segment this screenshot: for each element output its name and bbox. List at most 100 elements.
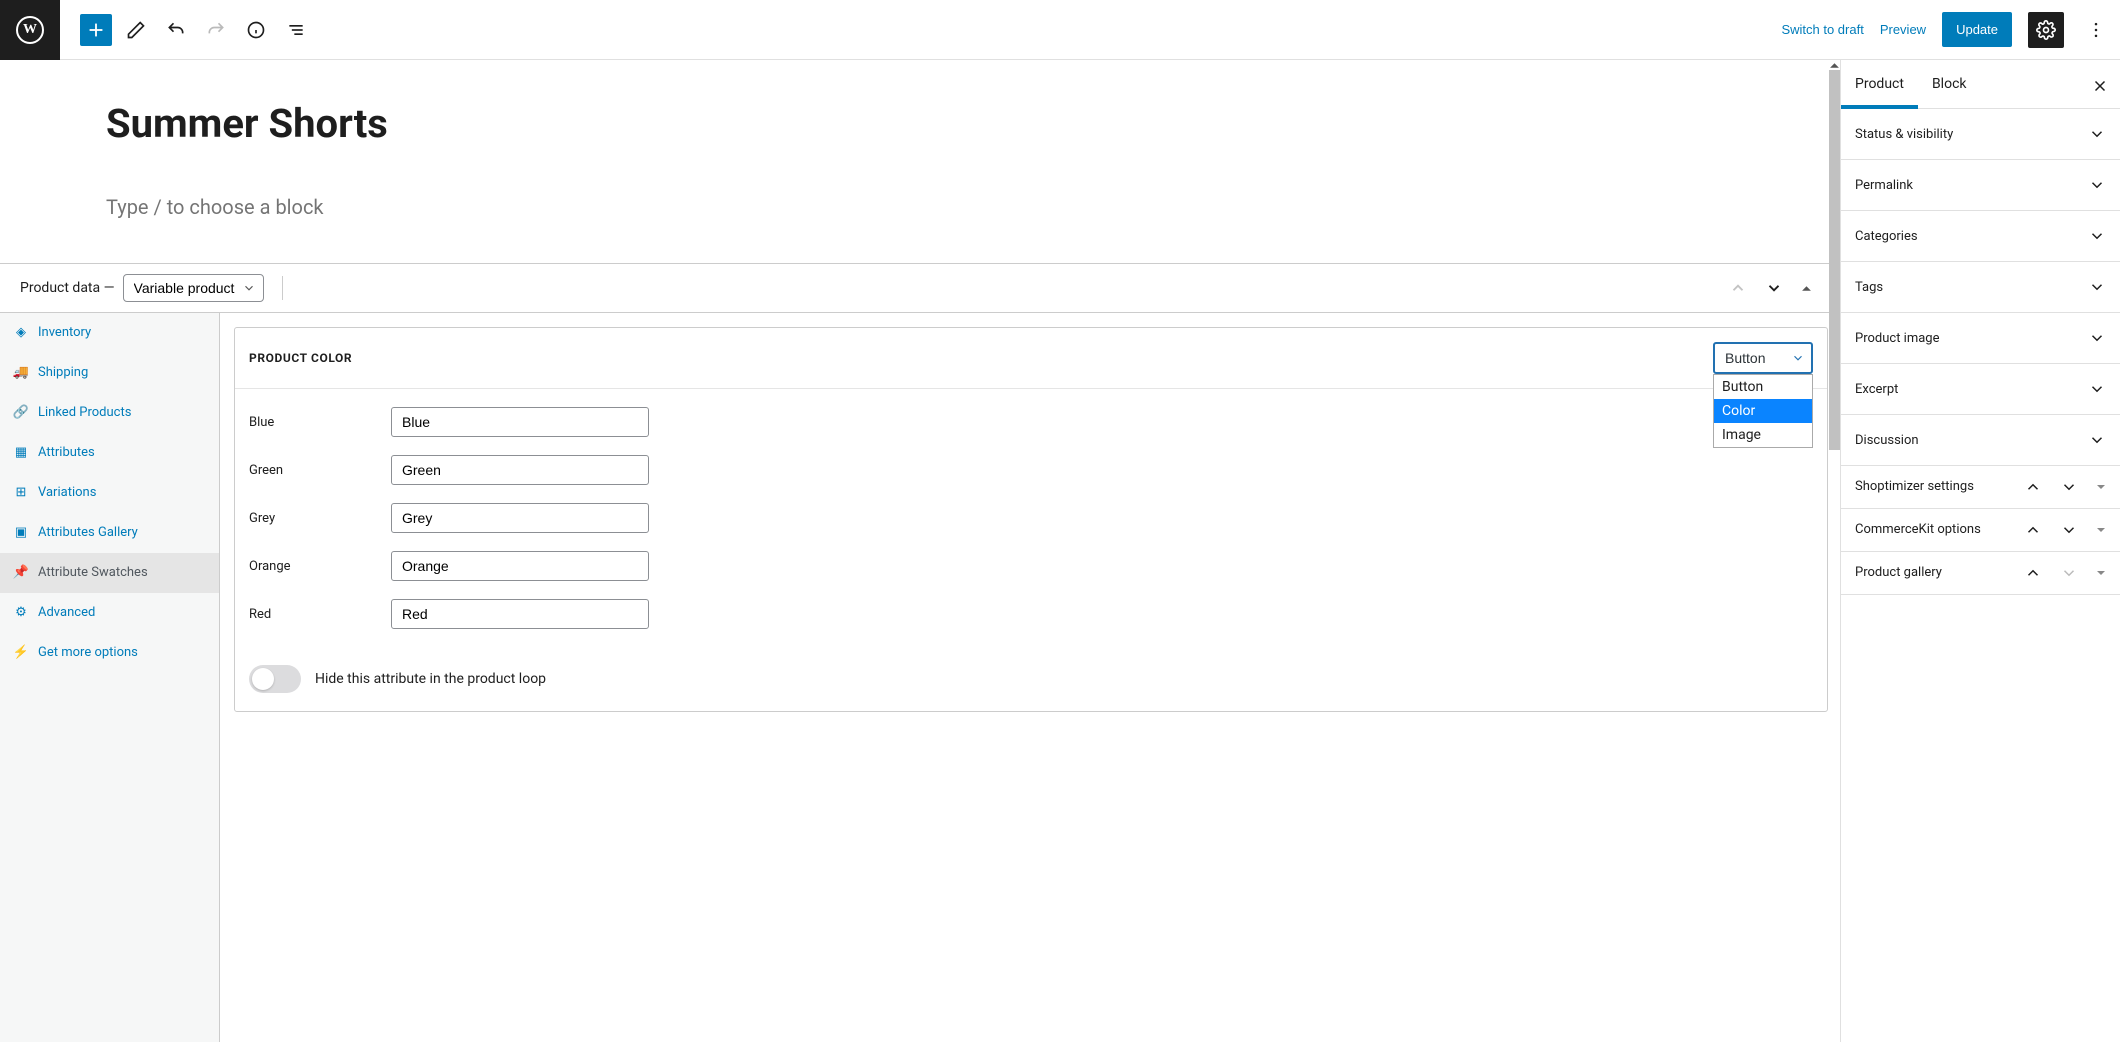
list-view-icon: [286, 20, 306, 40]
info-icon: [246, 20, 266, 40]
sidebar-section-label: Product gallery: [1855, 565, 1942, 582]
sidebar-section-label: Categories: [1855, 229, 1918, 244]
tab-attribute-swatches[interactable]: 📌Attribute Swatches: [0, 553, 219, 593]
swatch-row-label: Blue: [249, 415, 377, 430]
tab-get-more-options-label: Get more options: [38, 645, 138, 660]
gear-icon: ⚙: [14, 605, 28, 620]
sidebar-section-categories[interactable]: Categories: [1841, 211, 2120, 262]
sidebar-section-label: Excerpt: [1855, 382, 1898, 397]
tab-advanced-label: Advanced: [38, 605, 95, 620]
more-options-button[interactable]: [2080, 14, 2112, 46]
toolbar-right: Switch to draft Preview Update: [1781, 12, 2120, 48]
dropdown-option-color[interactable]: Color: [1714, 399, 1812, 423]
sidebar-section-permalink[interactable]: Permalink: [1841, 160, 2120, 211]
add-block-button[interactable]: [80, 14, 112, 46]
grid-icon: ⊞: [14, 485, 28, 500]
tab-inventory[interactable]: ◈Inventory: [0, 313, 219, 353]
chevron-down-icon[interactable]: [2060, 478, 2078, 496]
chevron-up-icon[interactable]: [2024, 521, 2042, 539]
chevron-down-icon: [2088, 176, 2106, 194]
swatch-row-input-blue[interactable]: [391, 407, 649, 437]
inventory-icon: ◈: [14, 325, 28, 340]
sidebar-close-button[interactable]: [2086, 72, 2114, 100]
chevron-up-icon[interactable]: [2024, 564, 2042, 582]
product-data-label: Product data —: [20, 280, 115, 296]
swatch-row-input-red[interactable]: [391, 599, 649, 629]
tab-attributes-gallery[interactable]: ▣Attributes Gallery: [0, 513, 219, 553]
dropdown-option-image[interactable]: Image: [1714, 423, 1812, 447]
sidebar-section-tags[interactable]: Tags: [1841, 262, 2120, 313]
product-data-tabs: ◈Inventory 🚚Shipping 🔗Linked Products ▦A…: [0, 313, 220, 1042]
chevron-down-icon[interactable]: [2060, 564, 2078, 582]
chevron-down-icon: [2088, 431, 2106, 449]
product-data-bar: Product data — Variable product: [0, 263, 1840, 312]
outline-button[interactable]: [280, 14, 312, 46]
collapse-down-button[interactable]: [1765, 279, 1783, 297]
hide-attribute-toggle[interactable]: [249, 665, 301, 693]
swatch-row-input-green[interactable]: [391, 455, 649, 485]
settings-toggle-button[interactable]: [2028, 12, 2064, 48]
tab-advanced[interactable]: ⚙ Advanced: [0, 593, 219, 633]
caret-down-icon[interactable]: [2096, 568, 2106, 578]
tab-variations[interactable]: ⊞Variations: [0, 473, 219, 513]
plus-icon: [85, 19, 107, 41]
switch-to-draft-button[interactable]: Switch to draft: [1781, 22, 1863, 37]
tab-shipping[interactable]: 🚚Shipping: [0, 353, 219, 393]
sidebar-section-shoptimizer[interactable]: Shoptimizer settings: [1841, 466, 2120, 509]
swatch-row-input-orange[interactable]: [391, 551, 649, 581]
chevron-down-icon: [2088, 125, 2106, 143]
sidebar-section-discussion[interactable]: Discussion: [1841, 415, 2120, 466]
swatch-row: Red: [249, 599, 1813, 629]
dropdown-option-button[interactable]: Button: [1714, 375, 1812, 399]
chevron-down-icon: [2088, 227, 2106, 245]
redo-icon: [206, 20, 226, 40]
block-placeholder[interactable]: Type / to choose a block: [106, 195, 1820, 219]
info-button[interactable]: [240, 14, 272, 46]
undo-button[interactable]: [160, 14, 192, 46]
product-color-panel: PRODUCT COLOR Button Button Color Image: [234, 327, 1828, 712]
sidebar-section-status[interactable]: Status & visibility: [1841, 109, 2120, 160]
sidebar-tab-product[interactable]: Product: [1841, 60, 1918, 108]
update-button[interactable]: Update: [1942, 12, 2012, 47]
swatch-row-label: Green: [249, 463, 377, 478]
swatch-row-input-grey[interactable]: [391, 503, 649, 533]
post-title[interactable]: Summer Shorts: [106, 100, 1820, 147]
sidebar-section-product-image[interactable]: Product image: [1841, 313, 2120, 364]
tab-linked-products[interactable]: 🔗Linked Products: [0, 393, 219, 433]
product-type-select-wrap: Variable product: [123, 274, 264, 302]
product-type-select[interactable]: Variable product: [123, 274, 264, 302]
top-bar: W Switch to draft Preview: [0, 0, 2120, 60]
caret-up-button[interactable]: [1801, 283, 1812, 294]
chevron-down-icon: [2088, 278, 2106, 296]
wordpress-icon: W: [16, 16, 44, 44]
collapse-up-button[interactable]: [1729, 279, 1747, 297]
sidebar-section-commercekit[interactable]: CommerceKit options: [1841, 509, 2120, 552]
tab-attributes[interactable]: ▦Attributes: [0, 433, 219, 473]
wp-logo-button[interactable]: W: [0, 0, 60, 60]
sidebar-section-label: Permalink: [1855, 178, 1913, 193]
sidebar-section-excerpt[interactable]: Excerpt: [1841, 364, 2120, 415]
panel-title: PRODUCT COLOR: [249, 351, 352, 365]
right-sidebar: Product Block Status & visibility Permal…: [1840, 60, 2120, 1042]
sidebar-section-label: Shoptimizer settings: [1855, 479, 1974, 496]
scrollbar-thumb[interactable]: [1829, 70, 1840, 450]
caret-down-icon[interactable]: [2096, 482, 2106, 492]
sidebar-section-gallery[interactable]: Product gallery: [1841, 552, 2120, 595]
swatch-row: Blue: [249, 407, 1813, 437]
chevron-down-icon[interactable]: [2060, 521, 2078, 539]
product-data-content: PRODUCT COLOR Button Button Color Image: [220, 313, 1840, 1042]
tab-get-more-options[interactable]: ⚡Get more options: [0, 633, 219, 673]
redo-button[interactable]: [200, 14, 232, 46]
sidebar-tab-block[interactable]: Block: [1918, 60, 1981, 108]
tab-linked-products-label: Linked Products: [38, 405, 131, 420]
close-icon: [2091, 77, 2109, 95]
chevron-up-icon[interactable]: [2024, 478, 2042, 496]
truck-icon: 🚚: [14, 365, 28, 380]
sidebar-section-label: Discussion: [1855, 433, 1919, 448]
preview-button[interactable]: Preview: [1880, 22, 1926, 37]
edit-tools-button[interactable]: [120, 14, 152, 46]
panel-collapse-controls: [1729, 279, 1820, 297]
swatch-type-select[interactable]: Button: [1713, 342, 1813, 374]
chevron-down-icon: [2088, 380, 2106, 398]
caret-down-icon[interactable]: [2096, 525, 2106, 535]
